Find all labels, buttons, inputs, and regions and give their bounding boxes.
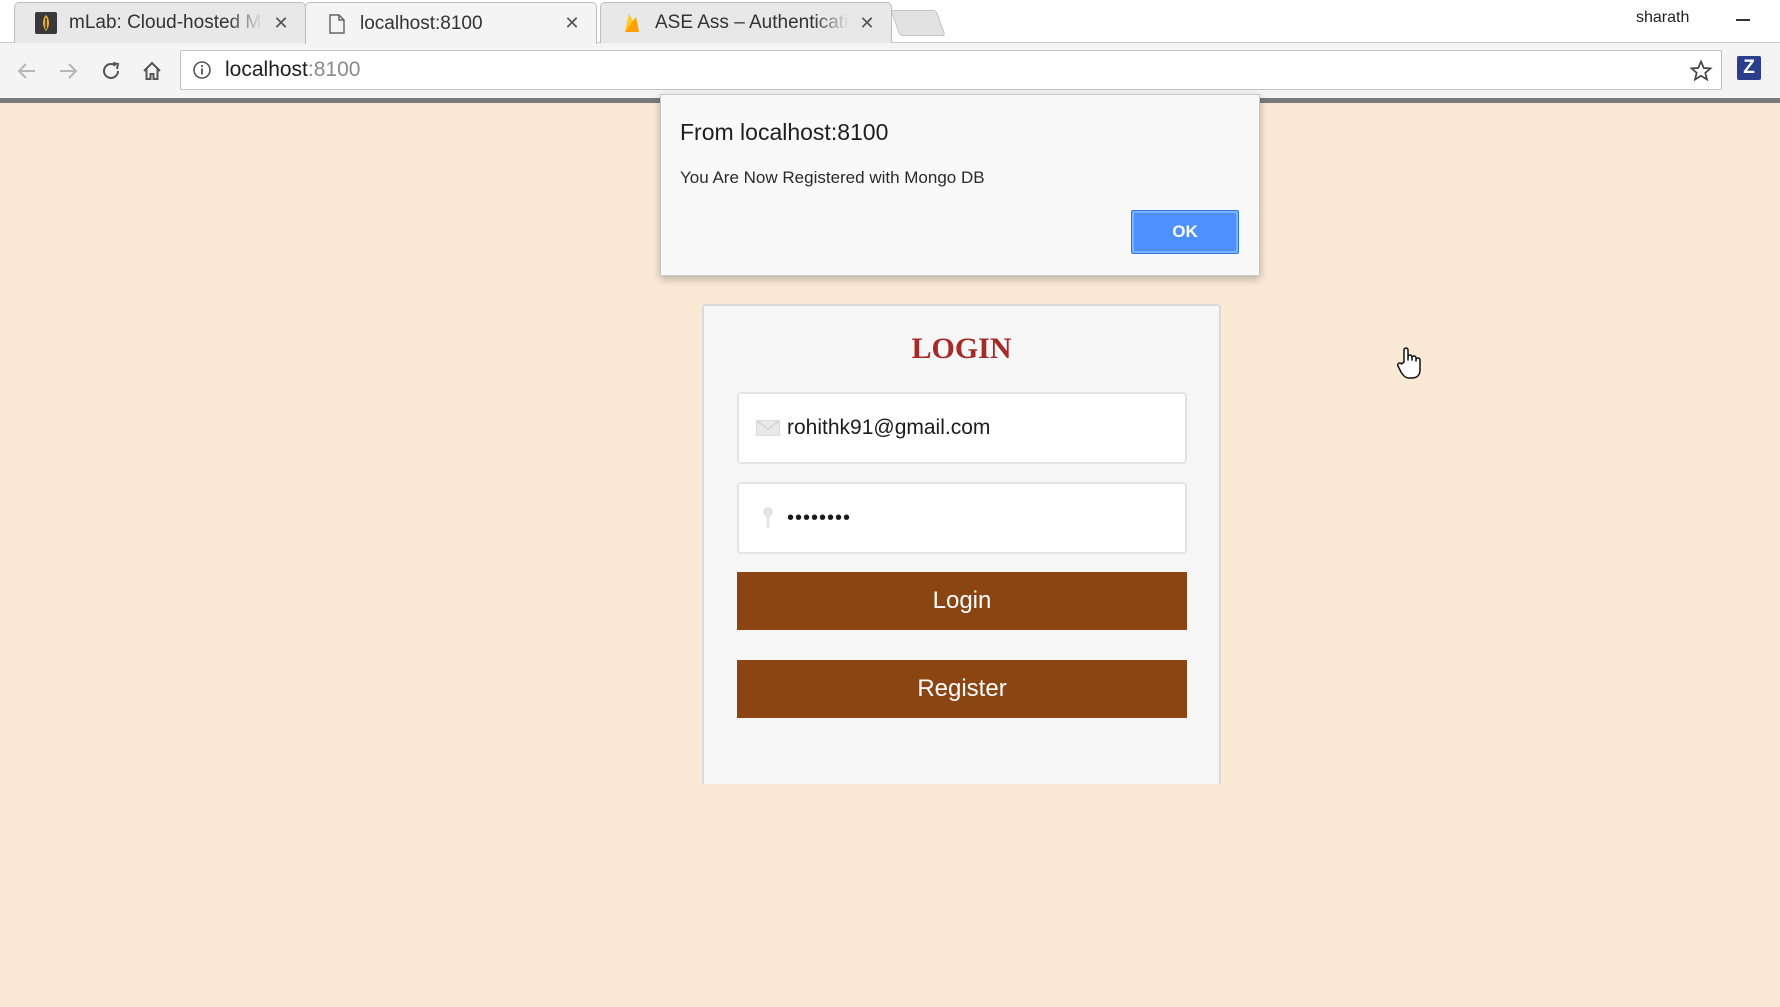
key-icon [755,507,781,528]
ok-button[interactable]: OK [1131,210,1239,254]
email-field[interactable]: rohithk91@gmail.com [737,392,1187,464]
tab-mlab[interactable]: mLab: Cloud-hosted MongoDB ✕ [14,2,306,43]
tab-title: ASE Ass – Authentication [655,12,849,33]
tab-title: localhost:8100 [360,12,483,34]
password-field[interactable]: •••••••• [737,482,1187,554]
firebase-favicon-icon [621,12,643,34]
login-button[interactable]: Login [737,572,1187,630]
dialog-message: You Are Now Registered with Mongo DB [680,168,985,187]
address-bar[interactable]: localhost:8100 [180,50,1722,90]
tab-title: mLab: Cloud-hosted MongoDB [69,12,263,33]
home-icon[interactable] [137,56,167,86]
extension-z-icon[interactable]: Z [1737,56,1761,80]
tab-firebase[interactable]: ASE Ass – Authentication ✕ [600,2,892,43]
info-icon[interactable] [191,59,213,81]
minimize-icon[interactable] [1734,6,1754,26]
browser-toolbar: localhost:8100 Z [0,43,1780,99]
login-card: LOGIN rohithk91@gmail.com •••••••• Login… [702,304,1221,784]
alert-dialog: From localhost:8100 You Are Now Register… [660,94,1260,276]
back-icon[interactable] [12,56,42,86]
dialog-title: From localhost:8100 [680,119,889,145]
tab-strip: mLab: Cloud-hosted MongoDB ✕ localhost:8… [0,0,1780,44]
close-tab-icon[interactable]: ✕ [857,13,877,34]
register-button[interactable]: Register [737,660,1187,718]
login-heading: LOGIN [911,332,1012,365]
url-text: localhost:8100 [225,58,361,81]
profile-name[interactable]: sharath [1636,9,1689,27]
envelope-icon [755,418,781,438]
page-icon [326,13,348,35]
mlab-favicon-icon [35,12,57,34]
forward-icon[interactable] [53,56,83,86]
bookmark-star-icon[interactable] [1689,59,1713,83]
tab-localhost[interactable]: localhost:8100 ✕ [305,2,597,44]
close-tab-icon[interactable]: ✕ [271,13,291,34]
hand-cursor-icon [1396,346,1424,380]
close-tab-icon[interactable]: ✕ [562,13,582,34]
reload-icon[interactable] [96,56,126,86]
email-value: rohithk91@gmail.com [787,416,991,439]
new-tab-button[interactable] [890,10,946,36]
password-value: •••••••• [787,506,852,529]
